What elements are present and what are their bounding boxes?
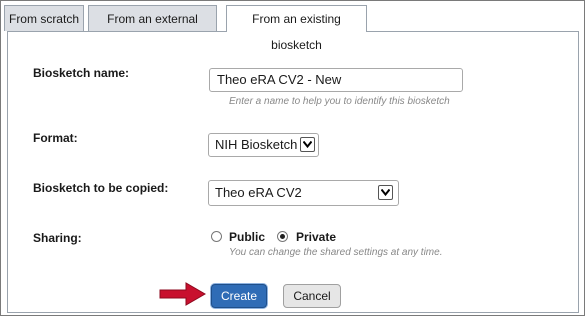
tab-from-existing-biosketch[interactable]: From an existing biosketch — [226, 5, 367, 52]
arrow-right-icon — [159, 282, 206, 306]
cancel-button[interactable]: Cancel — [283, 284, 341, 308]
chevron-down-icon[interactable] — [378, 185, 393, 200]
tab-panel: Biosketch name: Theo eRA CV2 - New Enter… — [7, 31, 579, 313]
biosketch-name-label: Biosketch name: — [33, 66, 130, 80]
tab-from-external-source[interactable]: From an external source — [88, 5, 217, 52]
biosketch-to-copy-value: Theo eRA CV2 — [215, 185, 302, 200]
dialog-frame: From scratch From an external source Fro… — [0, 0, 585, 316]
biosketch-name-hint: Enter a name to help you to identify thi… — [229, 96, 450, 107]
biosketch-to-copy-label: Biosketch to be copied: — [33, 181, 169, 195]
biosketch-to-copy-select[interactable]: Theo eRA CV2 — [208, 180, 399, 206]
format-select-value: NIH Biosketch — [215, 137, 298, 152]
sharing-private-label[interactable]: Private — [296, 230, 336, 244]
tab-from-scratch[interactable]: From scratch — [4, 5, 84, 31]
chevron-down-icon[interactable] — [300, 137, 315, 152]
format-label: Format: — [33, 131, 78, 145]
sharing-private-radio[interactable] — [277, 231, 288, 242]
sharing-public-radio[interactable] — [211, 231, 222, 242]
sharing-public-label[interactable]: Public — [229, 230, 265, 244]
format-select[interactable]: NIH Biosketch — [208, 133, 319, 157]
sharing-label: Sharing: — [33, 231, 82, 245]
sharing-hint: You can change the shared settings at an… — [229, 247, 443, 258]
biosketch-name-input[interactable]: Theo eRA CV2 - New — [209, 68, 463, 92]
create-button[interactable]: Create — [211, 284, 267, 308]
